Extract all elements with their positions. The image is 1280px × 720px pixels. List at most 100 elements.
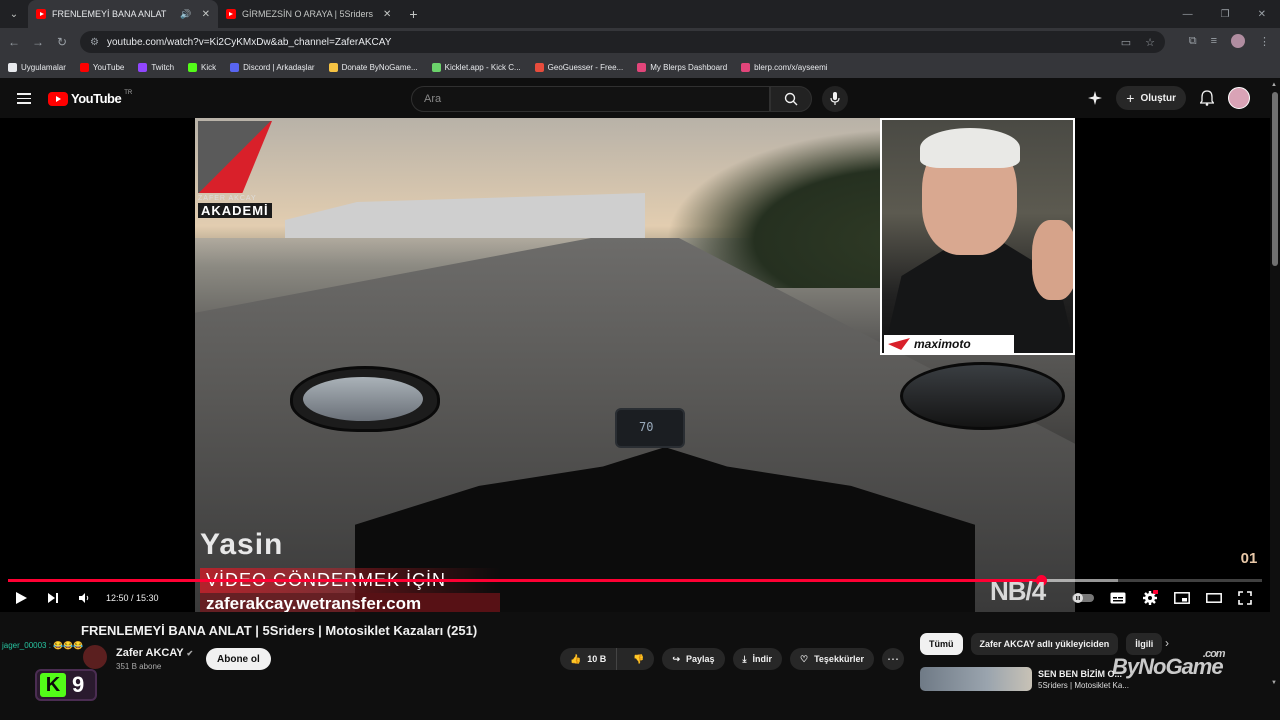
create-button[interactable]: + Oluştur (1116, 86, 1186, 110)
bookmark-favicon-icon (741, 62, 751, 72)
bookmark-label: GeoGuesser - Free... (547, 62, 624, 72)
voice-search-button[interactable] (822, 86, 848, 112)
close-window-icon[interactable]: ✕ (1258, 9, 1266, 20)
bookmark-item[interactable]: YouTube (79, 62, 124, 72)
search-button[interactable] (770, 86, 812, 112)
restore-icon[interactable]: ❐ (1221, 9, 1230, 20)
like-button[interactable]: 👍 10 B (560, 648, 618, 670)
subscribe-watermark[interactable]: 01 (1236, 546, 1262, 572)
notifications-bell-icon[interactable] (1200, 90, 1214, 106)
fullscreen-button[interactable] (1238, 588, 1252, 608)
autoplay-icon (1072, 593, 1094, 603)
bookmark-item[interactable]: Donate ByNoGame... (328, 62, 418, 72)
next-button[interactable] (46, 588, 60, 608)
logo-brand: ZAFER AKCAY (198, 195, 257, 202)
channel-avatar[interactable] (83, 645, 107, 669)
forward-icon[interactable]: → (26, 35, 50, 49)
bookmark-item[interactable]: Kicklet.app - Kick C... (431, 62, 521, 72)
bookmark-item[interactable]: blerp.com/x/ayseemi (741, 62, 828, 72)
bookmark-item[interactable]: GeoGuesser - Free... (534, 62, 624, 72)
close-icon[interactable]: ✕ (383, 9, 391, 20)
miniplayer-icon (1174, 592, 1190, 604)
maximoto-logo: maximoto (884, 335, 1014, 353)
bookmark-item[interactable]: My Blerps Dashboard (637, 62, 728, 72)
theater-icon (1206, 593, 1222, 603)
scroll-up-icon[interactable]: ▲ (1271, 82, 1277, 88)
presenter-hand (1032, 220, 1073, 300)
recommendation-title[interactable]: SEN BEN BİZİM O... (1038, 669, 1122, 679)
bookmark-label: blerp.com/x/ayseemi (754, 62, 828, 72)
menu-kebab-icon[interactable]: ⋮ (1259, 35, 1270, 48)
right-mirror (900, 362, 1065, 430)
bookmark-label: My Blerps Dashboard (650, 62, 728, 72)
bookmark-item[interactable]: Twitch (138, 62, 175, 72)
bookmark-star-icon[interactable]: ☆ (1145, 36, 1155, 49)
scrollbar-thumb[interactable] (1272, 92, 1278, 266)
account-avatar[interactable] (1228, 87, 1250, 109)
subscribe-button[interactable]: Abone ol (206, 648, 271, 670)
time-display: 12:50 / 15:30 (106, 593, 159, 603)
progress-bar[interactable] (8, 575, 1262, 586)
play-button[interactable] (14, 588, 28, 608)
site-info-icon[interactable]: ⚙ (90, 37, 99, 48)
country-code: TR (124, 89, 133, 96)
volume-button[interactable] (78, 588, 90, 608)
reload-icon[interactable]: ↻ (50, 35, 74, 49)
video-frame[interactable]: 70 ZAFER AKCAY AKADEMİ maximoto Yasin Vİ… (195, 118, 1075, 612)
autoplay-toggle[interactable] (1072, 588, 1094, 608)
download-button[interactable]: ⤓ İndir (732, 648, 783, 670)
url-text: youtube.com/watch?v=Ki2CyKMxDw&ab_channe… (106, 36, 392, 48)
bookmark-item[interactable]: Uygulamalar (8, 62, 66, 72)
bynogame-watermark: ByNoGame .com (1112, 648, 1226, 680)
more-actions-button[interactable]: ⋯ (881, 648, 904, 670)
chip-all[interactable]: Tümü (920, 633, 963, 655)
kick-viewer-count: 9 (72, 672, 85, 697)
youtube-favicon-icon (225, 9, 236, 19)
za-logo-mark (198, 121, 272, 193)
youtube-logo[interactable]: YouTube TR (48, 89, 133, 106)
share-label: Paylaş (686, 654, 715, 664)
hamburger-menu-icon[interactable] (17, 93, 31, 104)
back-icon[interactable]: ← (2, 35, 26, 49)
bookmark-item[interactable]: Kick (188, 62, 216, 72)
url-field[interactable]: ⚙ youtube.com/watch?v=Ki2CyKMxDw&ab_chan… (80, 31, 1165, 53)
thumbs-down-icon: 👎 (633, 653, 645, 664)
bookmark-label: Twitch (151, 62, 175, 72)
speaker-icon[interactable]: 🔊 (180, 9, 191, 20)
tab-girmezsin[interactable]: GİRMEZSİN O ARAYA | 5Sriders ✕ (218, 0, 399, 28)
bookmark-favicon-icon (534, 62, 544, 72)
chevron-right-icon[interactable]: › (1165, 636, 1169, 650)
bookmark-item[interactable]: Discord | Arkadaşlar (230, 62, 315, 72)
bookmark-favicon-icon (188, 62, 198, 72)
close-icon[interactable]: ✕ (202, 9, 210, 20)
volume-icon (79, 593, 89, 603)
chip-from-uploader[interactable]: Zafer AKCAY adlı yükleyiciden (970, 633, 1119, 655)
dislike-button[interactable]: 👎 (623, 648, 654, 670)
next-icon (48, 593, 58, 603)
logo-akademi: AKADEMİ (198, 203, 272, 218)
zafer-akcay-logo: ZAFER AKCAY AKADEMİ (198, 121, 276, 221)
thanks-button[interactable]: ♡ Teşekkürler (790, 648, 874, 670)
presenter-hair (920, 128, 1020, 168)
settings-button[interactable] (1142, 588, 1158, 608)
profile-icon[interactable] (1231, 34, 1245, 48)
extensions-icon[interactable]: ⧉ (1189, 35, 1197, 48)
bookmark-favicon-icon (328, 62, 338, 72)
share-button[interactable]: ↪ Paylaş (662, 648, 725, 670)
sparkle-icon[interactable] (1088, 91, 1103, 105)
scroll-down-icon[interactable]: ▼ (1271, 680, 1277, 686)
miniplayer-button[interactable] (1174, 588, 1190, 608)
channel-name[interactable]: Zafer AKCAY ✔ (116, 647, 193, 659)
recommendation-thumbnail[interactable] (920, 667, 1032, 691)
tab-frenlemeyi[interactable]: FRENLEMEYİ BANA ANLAT 🔊 ✕ (28, 0, 218, 28)
search-input[interactable]: Ara (411, 86, 770, 112)
chip-related[interactable]: İlgili (1126, 633, 1163, 655)
theater-mode-button[interactable] (1206, 588, 1222, 608)
tab-search-icon[interactable]: ⌄ (0, 0, 28, 28)
new-tab-icon[interactable]: + (409, 6, 417, 22)
cast-icon[interactable]: ▭ (1121, 36, 1131, 49)
video-player[interactable]: 70 ZAFER AKCAY AKADEMİ maximoto Yasin Vİ… (0, 118, 1270, 612)
subtitles-button[interactable] (1110, 588, 1126, 608)
minimize-icon[interactable]: — (1183, 9, 1193, 20)
media-controls-icon[interactable]: ≡ (1211, 35, 1217, 47)
